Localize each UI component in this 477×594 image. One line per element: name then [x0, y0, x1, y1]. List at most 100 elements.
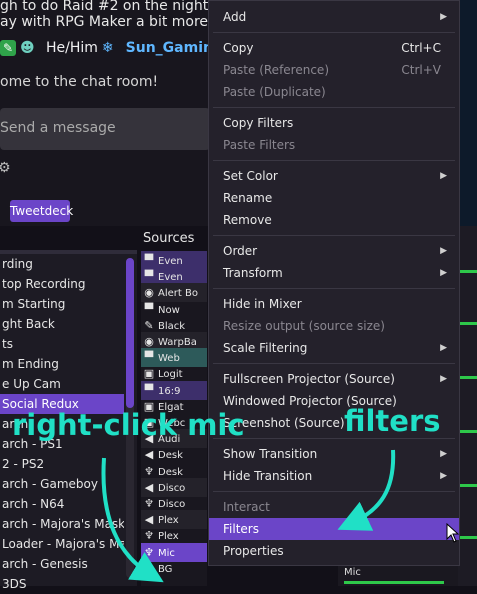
- bot-badge-icon: ☻: [20, 40, 35, 56]
- menu-separator: [213, 32, 455, 33]
- chat-message-line: ay with RPG Maker a bit more.: [0, 14, 210, 30]
- menu-item-label: Add: [223, 10, 247, 24]
- chat-input-placeholder: Send a message: [0, 120, 116, 136]
- menu-separator: [213, 160, 455, 161]
- mic-volume-meter: [344, 581, 444, 584]
- menu-item-label: Transform: [223, 266, 283, 280]
- source-item-label: Even: [158, 256, 183, 267]
- menu-item-label: Fullscreen Projector (Source): [223, 372, 395, 386]
- menu-item-fullscreen-projector-source[interactable]: Fullscreen Projector (Source) ▶: [209, 368, 459, 390]
- menu-item-scale-filtering[interactable]: Scale Filtering ▶: [209, 337, 459, 359]
- volume-meter: [459, 376, 477, 379]
- scene-item[interactable]: top Recording: [0, 274, 124, 294]
- source-item-label: Plex: [158, 531, 179, 543]
- menu-item-label: Interact: [223, 500, 270, 514]
- chat-user-row: ✎ ☻ He/Him ❄ Sun_Gaming: [0, 40, 210, 56]
- menu-item-label: Order: [223, 244, 258, 258]
- menu-item-label: Show Transition: [223, 447, 318, 461]
- submenu-arrow-icon: ▶: [440, 343, 447, 353]
- submenu-arrow-icon: ▶: [440, 268, 447, 278]
- menu-separator: [213, 107, 455, 108]
- scene-item[interactable]: m Ending: [0, 354, 124, 374]
- submenu-arrow-icon: ▶: [440, 12, 447, 22]
- menu-separator: [213, 235, 455, 236]
- menu-item-label: Hide in Mixer: [223, 297, 302, 311]
- globe-icon: ◉: [144, 561, 154, 575]
- welcome-message: ome to the chat room!: [0, 74, 159, 90]
- scene-item[interactable]: e Up Cam: [0, 374, 124, 394]
- chat-message-line: gh to do Raid #2 on the night for i: [0, 0, 210, 14]
- source-item-label: Black: [158, 320, 186, 332]
- menu-separator: [213, 288, 455, 289]
- menu-item-label: Paste (Reference): [223, 63, 329, 77]
- source-item-label: Logit: [158, 369, 183, 381]
- menu-item-filters[interactable]: Filters: [209, 518, 459, 540]
- source-item-label: Now: [158, 304, 180, 316]
- source-item[interactable]: ◉ BG: [141, 559, 207, 578]
- menu-item-transform[interactable]: Transform ▶: [209, 262, 459, 284]
- scene-item[interactable]: ght Back: [0, 314, 124, 334]
- scene-item[interactable]: rding: [0, 254, 124, 274]
- scenes-scrollbar-thumb[interactable]: [126, 258, 134, 408]
- menu-item-hide-in-mixer[interactable]: Hide in Mixer: [209, 293, 459, 315]
- menu-separator: [213, 363, 455, 364]
- submenu-arrow-icon: ▶: [440, 449, 447, 459]
- source-item-label: 16:9: [158, 385, 181, 397]
- menu-item-show-transition[interactable]: Show Transition ▶: [209, 443, 459, 465]
- scene-item[interactable]: m Starting: [0, 294, 124, 314]
- menu-item-shortcut: Ctrl+C: [401, 41, 441, 55]
- menu-item-paste-duplicate: Paste (Duplicate): [209, 81, 459, 103]
- menu-item-order[interactable]: Order ▶: [209, 240, 459, 262]
- menu-item-label: Resize output (source size): [223, 319, 385, 333]
- menu-item-paste-filters: Paste Filters: [209, 134, 459, 156]
- source-item-label: WarpBa: [158, 337, 197, 348]
- menu-item-label: Filters: [223, 522, 259, 536]
- menu-item-label: Scale Filtering: [223, 341, 308, 355]
- menu-item-label: Rename: [223, 191, 273, 205]
- menu-item-copy[interactable]: Copy Ctrl+C: [209, 37, 459, 59]
- sources-title: Sources: [143, 231, 195, 246]
- scene-item[interactable]: 2 - PS2: [0, 454, 124, 474]
- volume-meter: [459, 322, 477, 325]
- menu-item-properties[interactable]: Properties: [209, 540, 459, 562]
- menu-item-label: Copy Filters: [223, 116, 294, 130]
- menu-item-set-color[interactable]: Set Color ▶: [209, 165, 459, 187]
- volume-meter: [459, 270, 477, 273]
- submenu-arrow-icon: ▶: [440, 374, 447, 384]
- menu-item-add[interactable]: Add ▶: [209, 6, 459, 28]
- snowflake-icon: ❄: [101, 40, 114, 56]
- mixer-mic-label: Mic: [344, 567, 361, 578]
- annotation-filters: filters: [344, 404, 441, 438]
- tweetdeck-button[interactable]: Tweetdeck: [10, 200, 73, 222]
- submenu-arrow-icon: ▶: [440, 171, 447, 181]
- source-item-label: Disco: [158, 499, 186, 510]
- chat-input[interactable]: Send a message: [0, 108, 210, 150]
- menu-item-label: Paste (Duplicate): [223, 85, 326, 99]
- menu-separator: [213, 438, 455, 439]
- scene-item[interactable]: arch - Genesis: [0, 554, 124, 574]
- scene-item[interactable]: arch - Gameboy: [0, 474, 124, 494]
- chat-panel: gh to do Raid #2 on the night for i ay w…: [0, 0, 210, 226]
- scene-item[interactable]: 3DS: [0, 574, 124, 594]
- menu-separator: [213, 491, 455, 492]
- chat-username[interactable]: Sun_Gaming: [126, 40, 210, 56]
- menu-item-label: Copy: [223, 41, 254, 55]
- menu-item-resize-output-source-size: Resize output (source size): [209, 315, 459, 337]
- menu-item-rename[interactable]: Rename: [209, 187, 459, 209]
- menu-item-copy-filters[interactable]: Copy Filters: [209, 112, 459, 134]
- scene-item[interactable]: ts: [0, 334, 124, 354]
- source-item-label: Desk: [158, 466, 183, 478]
- submenu-arrow-icon: ▶: [440, 471, 447, 481]
- mouse-cursor-icon: [446, 523, 460, 543]
- menu-item-label: Hide Transition: [223, 469, 313, 483]
- scene-item[interactable]: arch - Majora's Mask R: [0, 514, 124, 534]
- source-item-label: Web: [158, 353, 180, 365]
- menu-item-interact: Interact: [209, 496, 459, 518]
- menu-item-hide-transition[interactable]: Hide Transition ▶: [209, 465, 459, 487]
- source-context-menu: Add ▶ Copy Ctrl+C Paste (Reference) Ctrl+V Pas…: [208, 0, 460, 566]
- scene-item[interactable]: arch - N64: [0, 494, 124, 514]
- scene-item[interactable]: Loader - Majora's Mask: [0, 534, 124, 554]
- chat-settings-icon[interactable]: ⚙: [0, 160, 11, 176]
- mixer-mic-channel: Mic: [338, 563, 458, 586]
- menu-item-remove[interactable]: Remove: [209, 209, 459, 231]
